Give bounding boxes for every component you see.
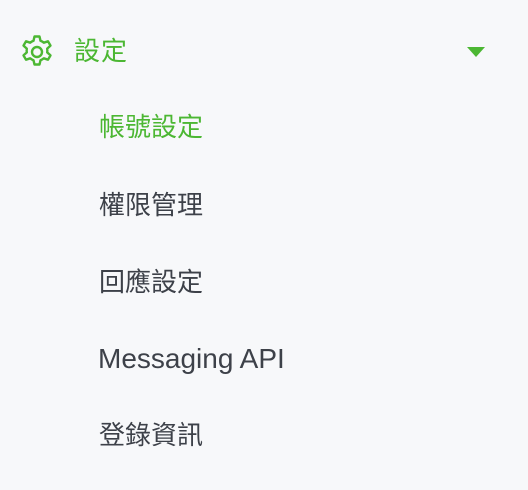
submenu-item-label: 帳號設定 [99,113,204,143]
submenu-item-label: 回應設定 [99,268,204,298]
submenu-item-messaging-api[interactable]: Messaging API [0,329,528,389]
submenu-item-label: Messaging API [98,343,285,374]
submenu-item-permission-management[interactable]: 權限管理 [0,176,528,236]
submenu-item-login-info[interactable]: 登錄資訊 [0,406,528,466]
submenu-item-label: 權限管理 [99,191,204,221]
settings-menu: 設定 帳號設定 權限管理 回應設定 Messaging API 登錄資訊 [0,0,528,490]
caret-down-icon[interactable] [465,46,487,58]
settings-menu-header[interactable]: 設定 [0,22,528,82]
submenu-item-response-settings[interactable]: 回應設定 [0,253,528,313]
submenu-item-account-settings[interactable]: 帳號設定 [0,98,528,158]
settings-menu-title: 設定 [74,37,129,67]
gear-icon [22,35,52,66]
submenu-item-label: 登錄資訊 [99,421,204,451]
